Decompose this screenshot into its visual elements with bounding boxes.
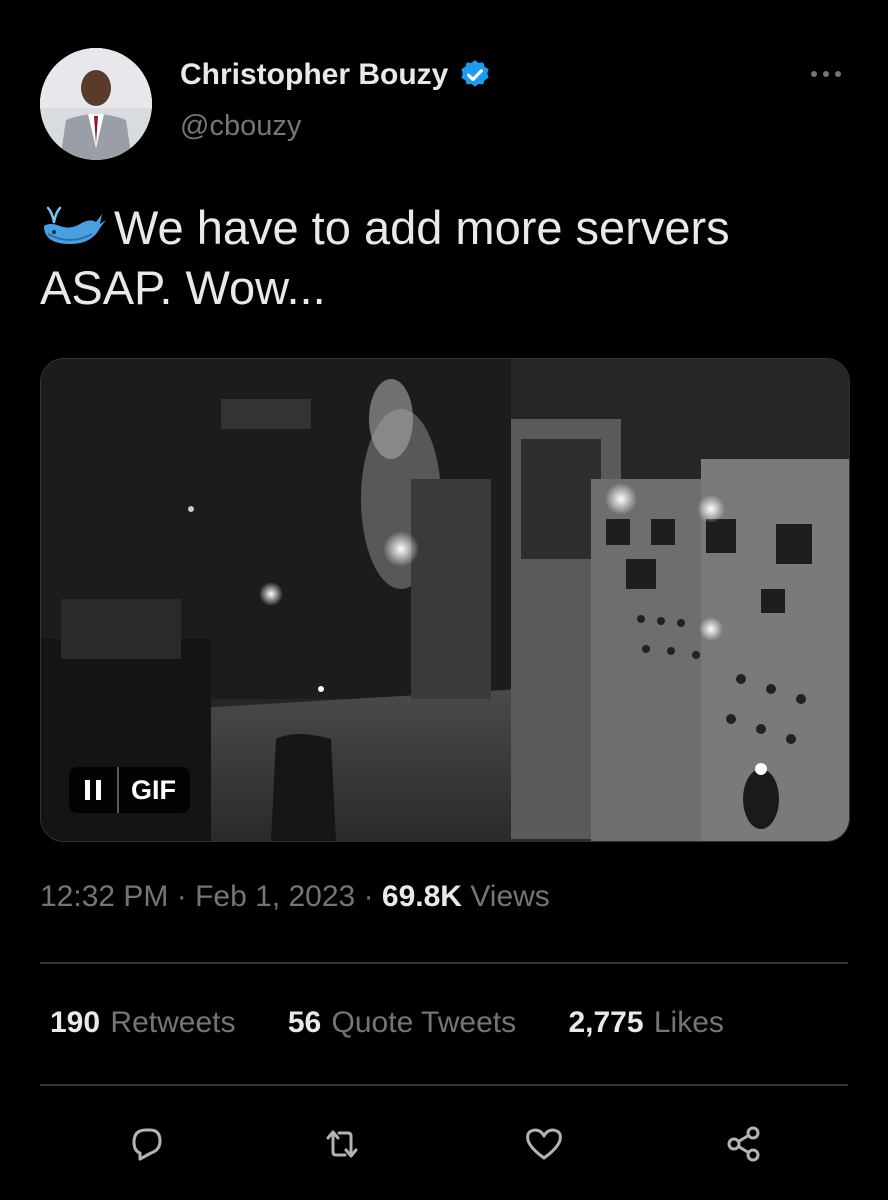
reply-icon <box>132 1128 162 1161</box>
tweet-detail: Christopher Bouzy @cbouzy We have to add… <box>0 0 888 1200</box>
quote-tweets-stat[interactable]: 56 Quote Tweets <box>288 1006 516 1040</box>
whale-emoji-icon <box>44 206 106 244</box>
divider <box>40 1084 848 1086</box>
share-icon <box>727 1126 760 1162</box>
retweets-stat[interactable]: 190 Retweets <box>50 1006 235 1040</box>
engagement-stats: 190 Retweets 56 Quote Tweets 2,775 Likes <box>50 1006 768 1040</box>
meta-separator: · <box>176 880 187 913</box>
retweet-button[interactable] <box>314 1116 370 1172</box>
likes-label: Likes <box>653 1006 724 1039</box>
pause-icon <box>85 780 90 800</box>
quote-tweets-label: Quote Tweets <box>331 1006 517 1039</box>
avatar[interactable] <box>40 48 152 160</box>
likes-stat[interactable]: 2,775 Likes <box>568 1006 723 1040</box>
avatar-photo <box>40 48 152 160</box>
quote-tweets-count: 56 <box>287 1006 322 1039</box>
retweets-label: Retweets <box>110 1006 236 1039</box>
gif-badge: GIF <box>69 767 190 813</box>
gif-label: GIF <box>131 774 176 805</box>
tweet-body-text: We have to add more servers ASAP. Wow... <box>40 201 730 314</box>
share-button[interactable] <box>716 1116 772 1172</box>
like-button[interactable] <box>516 1116 572 1172</box>
tweet-text: We have to add more servers ASAP. Wow... <box>40 198 850 318</box>
display-name[interactable]: Christopher Bouzy <box>180 58 448 92</box>
reply-button[interactable] <box>118 1116 174 1172</box>
divider <box>40 962 848 964</box>
likes-count: 2,775 <box>568 1006 644 1039</box>
pause-icon-bar <box>96 780 101 800</box>
tweet-meta: 12:32 PM · Feb 1, 2023 · 69.8K Views <box>40 880 550 914</box>
handle[interactable]: @cbouzy <box>180 110 301 143</box>
tweet-date[interactable]: Feb 1, 2023 <box>195 880 355 913</box>
views-label: Views <box>470 880 550 913</box>
heart-icon <box>526 1128 562 1160</box>
more-options-icon[interactable] <box>806 62 846 86</box>
action-bar <box>0 1116 888 1172</box>
author-name-row[interactable]: Christopher Bouzy <box>180 58 492 92</box>
views-count: 69.8K <box>381 880 462 913</box>
retweets-count: 190 <box>50 1006 101 1039</box>
meta-separator: · <box>363 880 374 913</box>
retweet-icon <box>326 1130 358 1158</box>
tweet-time[interactable]: 12:32 PM <box>40 880 168 913</box>
gif-media[interactable]: GIF <box>40 358 850 842</box>
pause-button[interactable] <box>69 767 119 813</box>
verified-badge-icon <box>461 60 489 87</box>
